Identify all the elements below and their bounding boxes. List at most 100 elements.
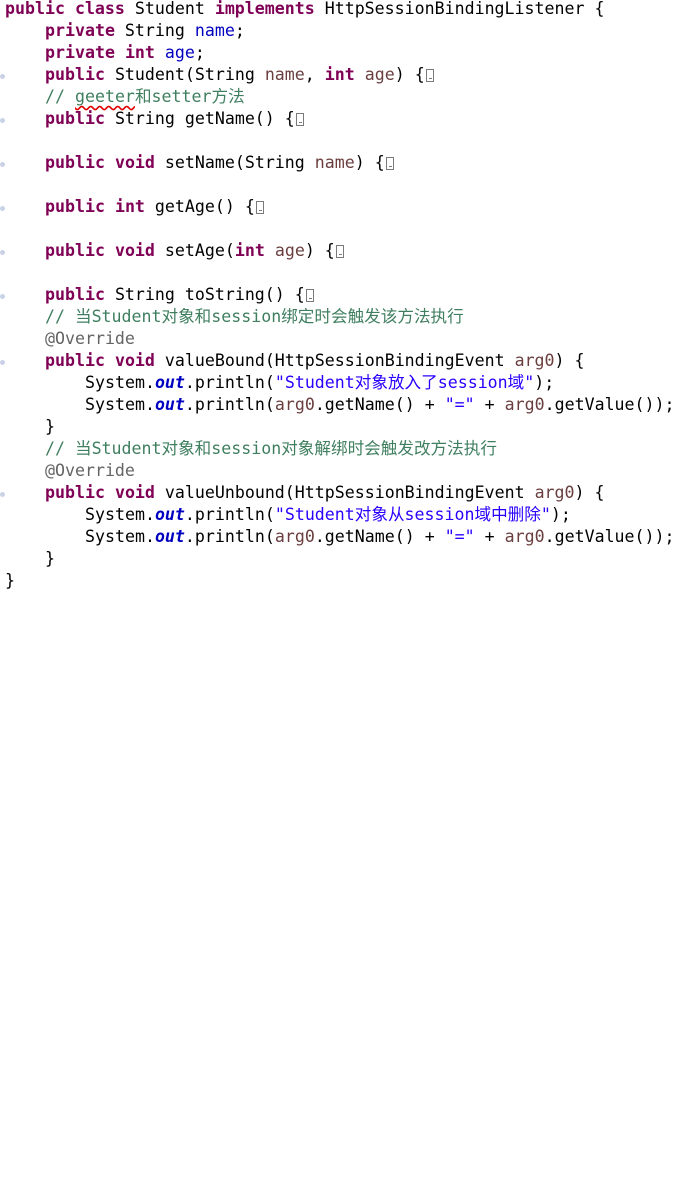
keyword: public xyxy=(45,351,105,370)
code-line-println[interactable]: System.out.println("Student对象放入了session域… xyxy=(85,372,554,394)
field-identifier: name xyxy=(194,21,235,40)
string-literal: "=" xyxy=(444,527,475,546)
operator: + xyxy=(474,395,505,414)
string-literal: "Student对象从session域中删除" xyxy=(274,505,551,524)
signature-end: ) { xyxy=(354,153,385,172)
keyword: private xyxy=(45,21,115,40)
signature-end: ) { xyxy=(394,65,425,84)
collapsed-block-icon[interactable] xyxy=(385,157,394,170)
parameter: arg0 xyxy=(274,395,315,414)
code-line-close-brace[interactable]: } xyxy=(45,548,55,570)
code-line-class-close[interactable]: } xyxy=(5,570,15,592)
keyword: public xyxy=(45,483,105,502)
code-line-annotation[interactable]: @Override xyxy=(45,328,135,350)
code-line-valuebound[interactable]: public void valueBound(HttpSessionBindin… xyxy=(45,350,585,372)
code-line-setage[interactable]: public void setAge(int age) { xyxy=(45,240,344,262)
keyword: public xyxy=(45,197,105,216)
keyword: void xyxy=(114,351,155,370)
signature: valueBound(HttpSessionBindingEvent xyxy=(154,351,515,370)
statement-end: ); xyxy=(550,505,571,524)
code-line-class-declaration[interactable]: public class Student implements HttpSess… xyxy=(5,0,604,20)
collapsed-block-icon[interactable] xyxy=(335,245,344,258)
system-class: System. xyxy=(85,373,155,392)
code-line-annotation[interactable]: @Override xyxy=(45,460,135,482)
code-line-comment[interactable]: // geeter和setter方法 xyxy=(45,86,245,108)
code-line-tostring[interactable]: public String toString() { xyxy=(45,284,314,306)
code-line-comment[interactable]: // 当Student对象和session绑定时会触发该方法执行 xyxy=(45,306,464,328)
operator: + xyxy=(474,527,505,546)
fold-marker[interactable] xyxy=(0,118,5,123)
method-call: .getName() + xyxy=(314,527,445,546)
fold-marker[interactable] xyxy=(0,360,5,365)
fold-marker[interactable] xyxy=(0,162,5,167)
signature-end: ) { xyxy=(574,483,605,502)
signature: Student(String xyxy=(104,65,265,84)
comment-prefix: // xyxy=(45,87,75,106)
static-field: out xyxy=(154,527,185,546)
code-line-setname[interactable]: public void setName(String name) { xyxy=(45,152,394,174)
method-call: .println( xyxy=(184,373,275,392)
method-call: .getName() + xyxy=(314,395,445,414)
semicolon: ; xyxy=(194,43,205,62)
keyword: private xyxy=(45,43,115,62)
parameter: arg0 xyxy=(514,351,555,370)
keyword: public xyxy=(45,65,105,84)
code-line-comment[interactable]: // 当Student对象和session对象解绑时会触发改方法执行 xyxy=(45,438,497,460)
keyword: public xyxy=(45,109,105,128)
code-line-valueunbound[interactable]: public void valueUnbound(HttpSessionBind… xyxy=(45,482,605,504)
parameter: age xyxy=(274,241,305,260)
code-line-println[interactable]: System.out.println("Student对象从session域中删… xyxy=(85,504,571,526)
static-field: out xyxy=(154,505,185,524)
keyword: int xyxy=(114,197,145,216)
method-call: .println( xyxy=(184,395,275,414)
system-class: System. xyxy=(85,505,155,524)
static-field: out xyxy=(154,373,185,392)
signature: setAge( xyxy=(154,241,235,260)
code-line-println[interactable]: System.out.println(arg0.getName() + "=" … xyxy=(85,526,675,548)
keyword: public xyxy=(45,153,105,172)
fold-marker[interactable] xyxy=(0,294,5,299)
interface-name: HttpSessionBindingListener { xyxy=(314,0,605,18)
keyword: void xyxy=(114,153,155,172)
statement-end: ); xyxy=(534,373,555,392)
keyword: public xyxy=(45,285,105,304)
code-line-close-brace[interactable]: } xyxy=(45,416,55,438)
code-line-field-age[interactable]: private int age; xyxy=(45,42,205,64)
keyword: implements xyxy=(214,0,315,18)
statement-end: .getValue()); xyxy=(544,527,675,546)
comma: , xyxy=(304,65,325,84)
keyword: public xyxy=(45,241,105,260)
keyword: int xyxy=(324,65,355,84)
fold-marker[interactable] xyxy=(0,206,5,211)
collapsed-block-icon[interactable] xyxy=(305,289,314,302)
class-name: Student xyxy=(124,0,215,18)
code-line-getname[interactable]: public String getName() { xyxy=(45,108,304,130)
signature-end: ) { xyxy=(304,241,335,260)
collapsed-block-icon[interactable] xyxy=(295,113,304,126)
signature: valueUnbound(HttpSessionBindingEvent xyxy=(154,483,535,502)
field-identifier: age xyxy=(164,43,195,62)
code-line-field-name[interactable]: private String name; xyxy=(45,20,245,42)
keyword: class xyxy=(74,0,125,18)
signature: String toString() { xyxy=(104,285,305,304)
code-line-constructor[interactable]: public Student(String name, int age) { xyxy=(45,64,434,86)
misspelled-word: geeter xyxy=(74,87,135,106)
fold-marker[interactable] xyxy=(0,74,5,79)
system-class: System. xyxy=(85,527,155,546)
code-editor[interactable]: public class Student implements HttpSess… xyxy=(0,0,691,592)
code-line-println[interactable]: System.out.println(arg0.getName() + "=" … xyxy=(85,394,675,416)
collapsed-block-icon[interactable] xyxy=(255,201,264,214)
fold-marker[interactable] xyxy=(0,492,5,497)
keyword: int xyxy=(234,241,265,260)
signature: String getName() { xyxy=(104,109,295,128)
keyword: int xyxy=(124,43,155,62)
string-literal: "Student对象放入了session域" xyxy=(274,373,535,392)
fold-marker[interactable] xyxy=(0,250,5,255)
code-line-getage[interactable]: public int getAge() { xyxy=(45,196,264,218)
collapsed-block-icon[interactable] xyxy=(425,69,434,82)
keyword: void xyxy=(114,241,155,260)
parameter: name xyxy=(314,153,355,172)
parameter: arg0 xyxy=(504,527,545,546)
